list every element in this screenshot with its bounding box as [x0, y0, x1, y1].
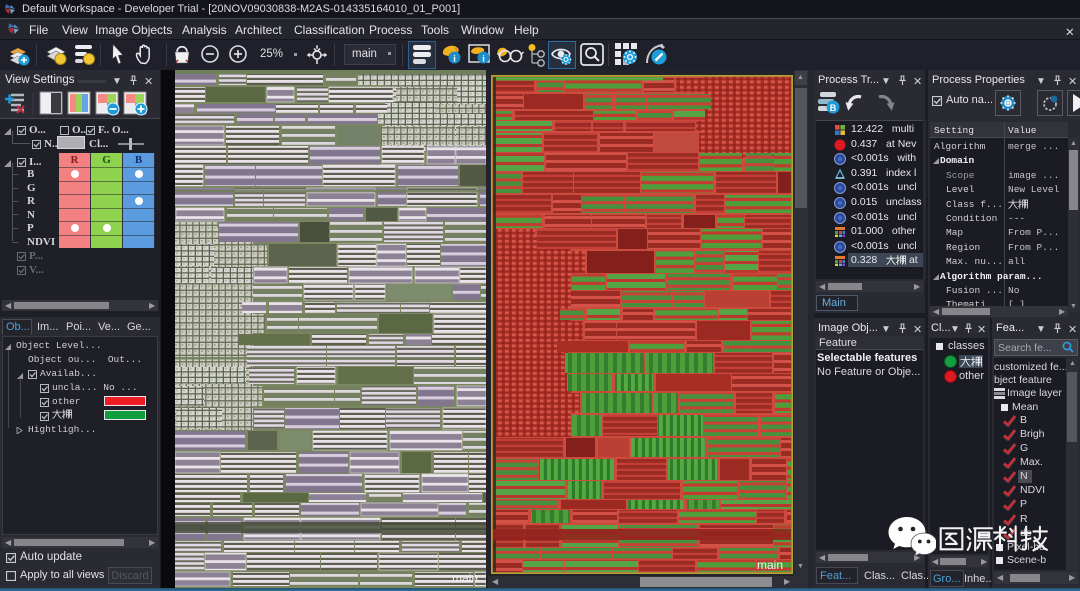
svg-text:B: B — [830, 103, 837, 113]
